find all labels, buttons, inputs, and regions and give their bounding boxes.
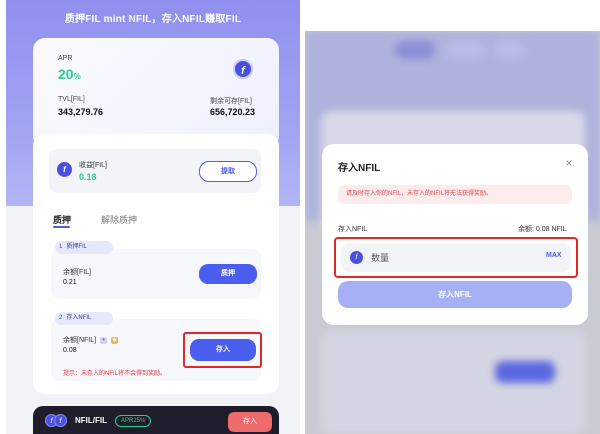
fil-balance-value: 0.21 xyxy=(63,279,77,286)
deposit-nfil-button[interactable]: 存入NFIL xyxy=(338,281,572,308)
pool-row: f f NFIL/FIL APR25% 存入 xyxy=(33,406,279,434)
earnings-label: 收益[FIL] xyxy=(79,162,108,169)
amount-input-highlight: f MAX xyxy=(334,237,578,278)
step-1-pill: 1 质押FIL xyxy=(55,241,113,254)
apr-label: APR xyxy=(58,55,73,62)
add-token-icon[interactable]: + xyxy=(100,336,108,344)
deposit-hint: 提示：未存入的NFIL将不会得到奖励。 xyxy=(63,371,167,377)
nfil-balance-label: 余额[NFIL] + ◆ xyxy=(63,335,119,345)
pair-icons: f f xyxy=(45,414,69,427)
fil-token-icon: f xyxy=(57,162,72,177)
nfil-token-icon: f xyxy=(54,414,67,427)
tab-unstake[interactable]: 解除质押 xyxy=(101,213,137,226)
apr-value: 20% xyxy=(58,66,81,82)
tvl-value: 343,279.76 xyxy=(58,107,104,117)
fil-balance-label: 余额[FIL] xyxy=(63,269,92,276)
step-2-title: 存入NFIL xyxy=(66,315,92,321)
remaining-capacity-value: 656,720.23 xyxy=(210,107,256,117)
stake-button[interactable]: 质押 xyxy=(199,264,257,284)
pool-pair-name: NFIL/FIL xyxy=(75,416,107,425)
step-2-pill: 2 存入NFIL xyxy=(55,312,113,325)
promo-banner: 质押FIL mint NFIL，存入NFIL赚取FIL xyxy=(64,14,242,25)
pool-apr-badge: APR25% xyxy=(115,415,152,427)
withdraw-button[interactable]: 提取 xyxy=(199,161,257,182)
remaining-capacity-label: 剩余可存[FIL] xyxy=(210,98,253,105)
modal-title: 存入NFIL xyxy=(338,163,381,174)
close-icon[interactable]: × xyxy=(563,157,575,169)
step-1-title: 质押FIL xyxy=(66,244,88,250)
apr-number: 20 xyxy=(58,66,74,82)
step-2-number: 2 xyxy=(59,315,63,321)
nfil-token-icon: f xyxy=(350,251,363,264)
active-tab-indicator xyxy=(53,226,70,228)
deposit-step-box: 余额[NFIL] + ◆ 0.08 存入 提示：未存入的NFIL将不会得到奖励。 xyxy=(51,319,262,381)
metamask-icon[interactable]: ◆ xyxy=(111,336,119,344)
blurred-tab xyxy=(445,41,485,59)
max-button[interactable]: MAX xyxy=(546,252,562,259)
highlight-box xyxy=(183,332,262,368)
nfil-balance-value: 0.08 xyxy=(63,347,77,354)
pool-deposit-button[interactable]: 存入 xyxy=(228,412,272,432)
amount-input-box: f MAX xyxy=(341,243,571,272)
stake-step-box: 余额[FIL] 0.21 质押 xyxy=(51,249,261,299)
apr-unit: % xyxy=(73,72,81,81)
blurred-tab xyxy=(495,41,525,59)
staking-page: 质押FIL mint NFIL，存入NFIL赚取FIL APR 20% f TV… xyxy=(6,0,300,434)
blurred-tab xyxy=(395,41,435,59)
tab-stake[interactable]: 质押 xyxy=(53,213,71,226)
amount-field-label: 存入NFIL xyxy=(338,226,368,233)
earnings-box: f 收益[FIL] 0.18 提取 xyxy=(49,149,261,193)
deposit-modal-screen: 存入NFIL × 请及时存入你的NFIL，未存入的NFIL将无法获得奖励。 存入… xyxy=(305,31,600,434)
earnings-value: 0.18 xyxy=(79,172,97,182)
tvl-label: TVL[FIL] xyxy=(58,96,85,103)
reward-alert: 请及时存入你的NFIL，未存入的NFIL将无法获得奖励。 xyxy=(338,185,572,204)
blurred-button xyxy=(495,361,555,383)
nfil-balance-label-text: 余额[NFIL] xyxy=(63,337,97,344)
deposit-modal: 存入NFIL × 请及时存入你的NFIL，未存入的NFIL将无法获得奖励。 存入… xyxy=(322,144,588,325)
staking-card: f 收益[FIL] 0.18 提取 质押 解除质押 余额[FIL] 0.21 质… xyxy=(33,134,279,394)
fil-token-icon: f xyxy=(233,59,253,79)
nfil-balance-text: 余额: 0.08 NFIL xyxy=(518,226,567,233)
stats-card: APR 20% f TVL[FIL] 343,279.76 剩余可存[FIL] … xyxy=(33,38,279,148)
screenshot-root: 质押FIL mint NFIL，存入NFIL赚取FIL APR 20% f TV… xyxy=(0,0,600,434)
amount-input[interactable] xyxy=(371,250,521,265)
step-1-number: 1 xyxy=(59,244,63,250)
